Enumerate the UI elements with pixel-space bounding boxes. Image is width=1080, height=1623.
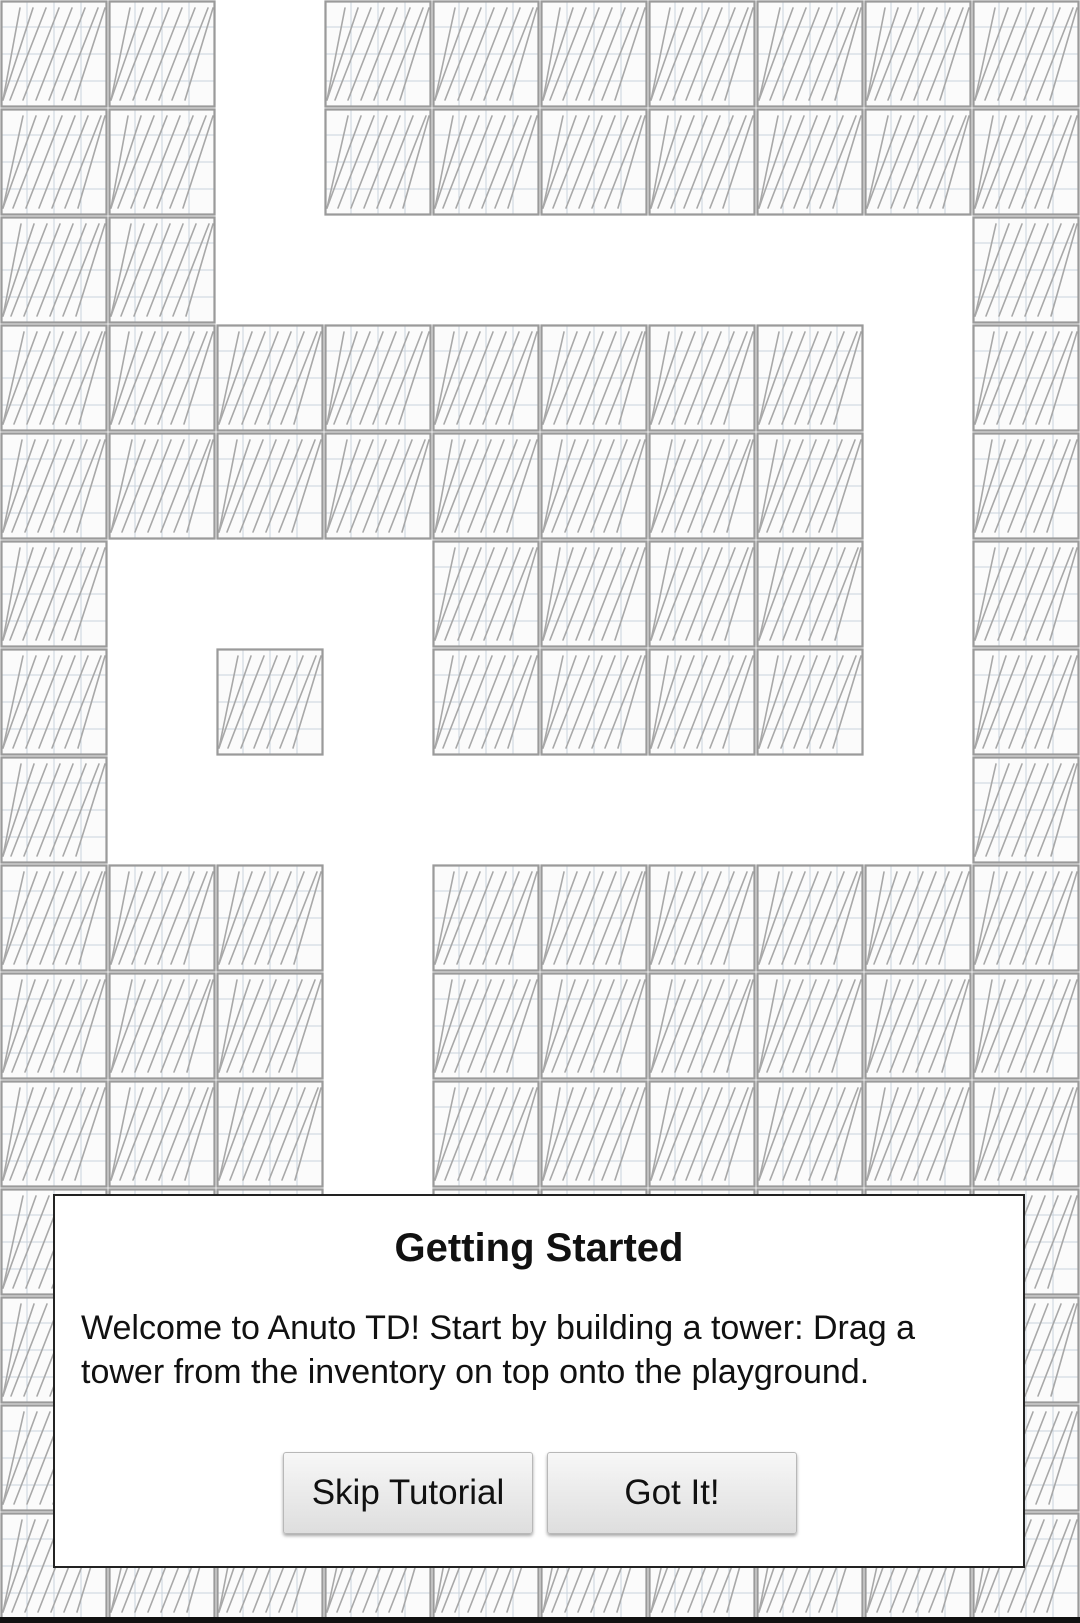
buildable-tile[interactable]: [648, 108, 756, 216]
buildable-tile[interactable]: [864, 972, 972, 1080]
dialog-message: Welcome to Anuto TD! Start by building a…: [81, 1309, 916, 1391]
buildable-tile[interactable]: [0, 972, 108, 1080]
buildable-tile[interactable]: [972, 864, 1080, 972]
buildable-tile[interactable]: [432, 864, 540, 972]
buildable-tile[interactable]: [108, 864, 216, 972]
buildable-tile[interactable]: [0, 108, 108, 216]
buildable-tile[interactable]: [648, 540, 756, 648]
buildable-tile[interactable]: [0, 1080, 108, 1188]
buildable-tile[interactable]: [324, 108, 432, 216]
buildable-tile[interactable]: [0, 324, 108, 432]
buildable-tile[interactable]: [540, 1080, 648, 1188]
buildable-tile[interactable]: [432, 0, 540, 108]
buildable-tile[interactable]: [108, 108, 216, 216]
buildable-tile[interactable]: [0, 216, 108, 324]
buildable-tile[interactable]: [324, 324, 432, 432]
buildable-tile[interactable]: [648, 432, 756, 540]
buildable-tile[interactable]: [0, 540, 108, 648]
tutorial-dialog: Getting Started Welcome to Anuto TD! Sta…: [53, 1194, 1025, 1568]
buildable-tile[interactable]: [864, 0, 972, 108]
buildable-tile[interactable]: [756, 0, 864, 108]
buildable-tile[interactable]: [216, 1080, 324, 1188]
buildable-tile[interactable]: [216, 648, 324, 756]
buildable-tile[interactable]: [540, 540, 648, 648]
buildable-tile[interactable]: [756, 324, 864, 432]
buildable-tile[interactable]: [216, 864, 324, 972]
buildable-tile[interactable]: [432, 972, 540, 1080]
buildable-tile[interactable]: [540, 432, 648, 540]
buildable-tile[interactable]: [864, 1080, 972, 1188]
skip-tutorial-button[interactable]: Skip Tutorial: [283, 1452, 533, 1534]
buildable-tile[interactable]: [432, 324, 540, 432]
buildable-tile[interactable]: [972, 324, 1080, 432]
buildable-tile[interactable]: [756, 108, 864, 216]
game-screen: Getting Started Welcome to Anuto TD! Sta…: [0, 0, 1080, 1623]
buildable-tile[interactable]: [972, 648, 1080, 756]
buildable-tile[interactable]: [648, 972, 756, 1080]
buildable-tile[interactable]: [432, 108, 540, 216]
buildable-tile[interactable]: [108, 216, 216, 324]
buildable-tile[interactable]: [648, 864, 756, 972]
buildable-tile[interactable]: [756, 540, 864, 648]
buildable-tile[interactable]: [540, 324, 648, 432]
buildable-tile[interactable]: [756, 972, 864, 1080]
buildable-tile[interactable]: [864, 108, 972, 216]
buildable-tile[interactable]: [108, 432, 216, 540]
buildable-tile[interactable]: [648, 648, 756, 756]
bottom-edge-bar: [0, 1617, 1080, 1623]
buildable-tile[interactable]: [972, 432, 1080, 540]
buildable-tile[interactable]: [432, 648, 540, 756]
buildable-tile[interactable]: [756, 864, 864, 972]
buildable-tile[interactable]: [108, 1080, 216, 1188]
buildable-tile[interactable]: [972, 216, 1080, 324]
buildable-tile[interactable]: [648, 324, 756, 432]
buildable-tile[interactable]: [972, 1080, 1080, 1188]
buildable-tile[interactable]: [0, 0, 108, 108]
buildable-tile[interactable]: [216, 324, 324, 432]
buildable-tile[interactable]: [540, 864, 648, 972]
buildable-tile[interactable]: [972, 108, 1080, 216]
buildable-tile[interactable]: [756, 1080, 864, 1188]
buildable-tile[interactable]: [324, 0, 432, 108]
buildable-tile[interactable]: [648, 1080, 756, 1188]
buildable-tile[interactable]: [540, 972, 648, 1080]
buildable-tile[interactable]: [0, 756, 108, 864]
buildable-tile[interactable]: [108, 324, 216, 432]
buildable-tile[interactable]: [216, 432, 324, 540]
buildable-tile[interactable]: [432, 432, 540, 540]
dialog-title: Getting Started: [394, 1226, 684, 1270]
buildable-tile[interactable]: [972, 540, 1080, 648]
buildable-tile[interactable]: [972, 756, 1080, 864]
buildable-tile[interactable]: [540, 0, 648, 108]
buildable-tile[interactable]: [216, 972, 324, 1080]
buildable-tile[interactable]: [756, 432, 864, 540]
buildable-tile[interactable]: [432, 540, 540, 648]
buildable-tile[interactable]: [972, 972, 1080, 1080]
buildable-tile[interactable]: [540, 108, 648, 216]
buildable-tile[interactable]: [648, 0, 756, 108]
buildable-tile[interactable]: [0, 864, 108, 972]
buildable-tile[interactable]: [108, 0, 216, 108]
buildable-tile[interactable]: [540, 648, 648, 756]
got-it-button[interactable]: Got It!: [547, 1452, 797, 1534]
buildable-tile[interactable]: [324, 432, 432, 540]
buildable-tile[interactable]: [108, 972, 216, 1080]
buildable-tile[interactable]: [0, 648, 108, 756]
buildable-tile[interactable]: [864, 864, 972, 972]
buildable-tile[interactable]: [0, 432, 108, 540]
buildable-tile[interactable]: [972, 0, 1080, 108]
buildable-tile[interactable]: [432, 1080, 540, 1188]
buildable-tile[interactable]: [756, 648, 864, 756]
